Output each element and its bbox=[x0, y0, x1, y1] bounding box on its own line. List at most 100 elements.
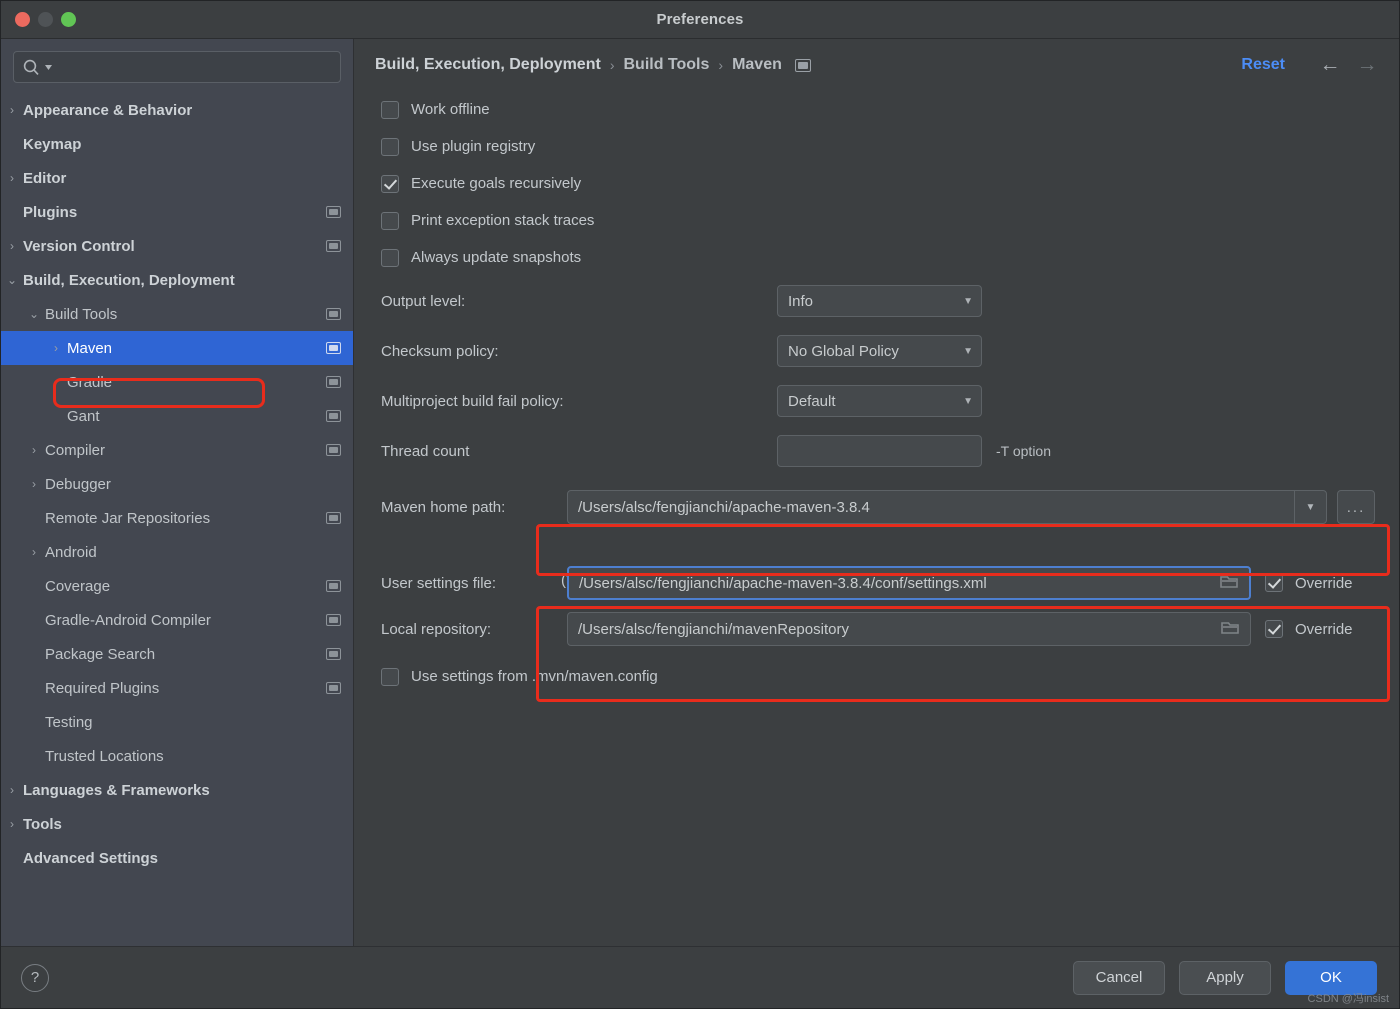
mvn-config-checkbox[interactable] bbox=[381, 667, 399, 686]
sidebar-item-build-tools[interactable]: ⌄ Build Tools bbox=[1, 297, 353, 331]
chevron-right-icon[interactable]: › bbox=[1, 817, 23, 831]
search-dropdown-icon[interactable] bbox=[44, 63, 53, 72]
maven-home-input[interactable]: /Users/alsc/fengjianchi/apache-maven-3.8… bbox=[567, 490, 1327, 524]
chevron-right-icon[interactable]: › bbox=[1, 239, 23, 253]
sidebar-item-package-search[interactable]: Package Search bbox=[1, 637, 353, 671]
checkbox-input[interactable] bbox=[381, 211, 399, 230]
maven-home-label: Maven home path: bbox=[381, 498, 506, 516]
mvn-config-row[interactable]: Use settings from .mvn/maven.config bbox=[372, 658, 1381, 695]
local-repository-override-checkbox[interactable] bbox=[1265, 620, 1283, 638]
sidebar-item-keymap[interactable]: Keymap bbox=[1, 127, 353, 161]
sidebar-item-trusted-locations[interactable]: Trusted Locations bbox=[1, 739, 353, 773]
sidebar-item-gant[interactable]: Gant bbox=[1, 399, 353, 433]
breadcrumb-item-1[interactable]: Build Tools bbox=[623, 56, 709, 74]
chevron-right-icon[interactable]: › bbox=[1, 103, 23, 117]
sidebar-item-testing[interactable]: Testing bbox=[1, 705, 353, 739]
output-level-value: Info bbox=[788, 292, 814, 310]
sidebar-item-advanced-settings[interactable]: Advanced Settings bbox=[1, 841, 353, 875]
sidebar-item-label: Gant bbox=[67, 407, 100, 425]
checkbox-label: Always update snapshots bbox=[411, 249, 582, 266]
help-button[interactable]: ? bbox=[21, 963, 49, 992]
sidebar-item-version-control[interactable]: › Version Control bbox=[1, 229, 353, 263]
sidebar-item-editor[interactable]: › Editor bbox=[1, 161, 353, 195]
sidebar-item-gradle-android-compiler[interactable]: Gradle-Android Compiler bbox=[1, 603, 353, 637]
search-box[interactable] bbox=[13, 51, 341, 83]
sidebar-item-label: Coverage bbox=[45, 577, 111, 595]
sidebar-item-tools[interactable]: › Tools bbox=[1, 807, 353, 841]
cancel-button[interactable]: Cancel bbox=[1073, 960, 1165, 995]
checksum-policy-row: Checksum policy: No Global Policy ▼ bbox=[372, 326, 1381, 376]
checkbox-row-execute-goals-recursively[interactable]: Execute goals recursively bbox=[372, 165, 1381, 202]
breadcrumb-separator-1: › bbox=[718, 57, 724, 73]
sidebar-item-label: Required Plugins bbox=[45, 679, 160, 697]
multiproject-policy-row: Multiproject build fail policy: Default … bbox=[372, 376, 1381, 426]
maven-options-checkbox-list: Work offline Use plugin registry Execute g… bbox=[372, 91, 1381, 276]
chevron-right-icon[interactable]: › bbox=[1, 171, 23, 185]
checksum-policy-select[interactable]: No Global Policy ▼ bbox=[777, 335, 982, 367]
sidebar-item-android[interactable]: › Android bbox=[1, 535, 353, 569]
sidebar-item-languages-frameworks[interactable]: › Languages & Frameworks bbox=[1, 773, 353, 807]
chevron-right-icon[interactable]: › bbox=[23, 545, 45, 559]
checkbox-label: Use plugin registry bbox=[411, 138, 536, 155]
output-level-select[interactable]: Info ▼ bbox=[777, 285, 982, 317]
settings-tree[interactable]: › Appearance & Behavior Keymap › Editor Plugi… bbox=[1, 91, 353, 946]
user-settings-override[interactable]: Override bbox=[1265, 574, 1353, 592]
local-repository-value: /Users/alsc/fengjianchi/mavenRepository bbox=[578, 620, 849, 638]
sidebar-item-debugger[interactable]: › Debugger bbox=[1, 467, 353, 501]
reset-link[interactable]: Reset bbox=[1241, 56, 1285, 74]
chevron-right-icon[interactable]: › bbox=[1, 783, 23, 797]
sidebar-item-label: Gradle-Android Compiler bbox=[45, 611, 211, 629]
chevron-down-icon: ▼ bbox=[963, 395, 973, 407]
sidebar-item-remote-jar-repositories[interactable]: Remote Jar Repositories bbox=[1, 501, 353, 535]
chevron-down-icon[interactable]: ⌄ bbox=[1, 273, 23, 287]
local-repository-input[interactable]: /Users/alsc/fengjianchi/mavenRepository bbox=[567, 612, 1251, 646]
checkbox-input[interactable] bbox=[381, 100, 399, 119]
dialog-footer: ? Cancel Apply OK CSDN @冯insist bbox=[1, 946, 1399, 1008]
breadcrumb-separator-0: › bbox=[609, 57, 615, 73]
project-scope-icon bbox=[326, 206, 341, 218]
folder-icon[interactable] bbox=[1220, 573, 1239, 594]
chevron-down-icon[interactable]: ▼ bbox=[1294, 491, 1326, 523]
sidebar-item-coverage[interactable]: Coverage bbox=[1, 569, 353, 603]
thread-count-input[interactable] bbox=[777, 435, 982, 467]
chevron-right-icon[interactable]: › bbox=[23, 477, 45, 491]
local-repository-override[interactable]: Override bbox=[1265, 620, 1353, 638]
checkbox-row-print-exception-stack-traces[interactable]: Print exception stack traces bbox=[372, 202, 1381, 239]
back-arrow-icon[interactable]: ← bbox=[1316, 53, 1344, 77]
forward-arrow-icon[interactable]: → bbox=[1353, 53, 1381, 77]
search-input[interactable] bbox=[56, 59, 332, 75]
sidebar-item-gradle[interactable]: Gradle bbox=[1, 365, 353, 399]
user-settings-override-checkbox[interactable] bbox=[1265, 574, 1283, 592]
checkbox-input[interactable] bbox=[381, 174, 399, 193]
sidebar-item-build-execution-deployment[interactable]: ⌄ Build, Execution, Deployment bbox=[1, 263, 353, 297]
checkbox-input[interactable] bbox=[381, 248, 399, 267]
sidebar-item-appearance-behavior[interactable]: › Appearance & Behavior bbox=[1, 93, 353, 127]
maven-home-row: Maven home path: /Users/alsc/fengjianchi… bbox=[372, 484, 1381, 530]
checkbox-row-use-plugin-registry[interactable]: Use plugin registry bbox=[372, 128, 1381, 165]
sidebar-item-label: Remote Jar Repositories bbox=[45, 509, 211, 527]
sidebar-item-required-plugins[interactable]: Required Plugins bbox=[1, 671, 353, 705]
chevron-right-icon[interactable]: › bbox=[23, 443, 45, 457]
checkbox-row-work-offline[interactable]: Work offline bbox=[372, 91, 1381, 128]
sidebar-item-maven[interactable]: › Maven bbox=[1, 331, 353, 365]
maven-home-browse-button[interactable]: ... bbox=[1337, 490, 1375, 524]
chevron-down-icon[interactable]: ⌄ bbox=[23, 307, 45, 321]
project-scope-icon bbox=[326, 444, 341, 456]
apply-button[interactable]: Apply bbox=[1179, 960, 1271, 995]
sidebar-item-label: Compiler bbox=[45, 441, 106, 459]
user-settings-row: User settings file: /Users/alsc/fengjian… bbox=[372, 560, 1381, 606]
folder-icon[interactable] bbox=[1221, 619, 1240, 640]
search-area bbox=[1, 39, 353, 91]
chevron-right-icon[interactable]: › bbox=[45, 341, 67, 355]
sidebar-item-compiler[interactable]: › Compiler bbox=[1, 433, 353, 467]
search-icon bbox=[22, 58, 41, 77]
breadcrumb-item-0[interactable]: Build, Execution, Deployment bbox=[375, 56, 601, 74]
multiproject-policy-select[interactable]: Default ▼ bbox=[777, 385, 982, 417]
breadcrumb-item-2[interactable]: Maven bbox=[732, 56, 782, 74]
checkbox-input[interactable] bbox=[381, 137, 399, 156]
sidebar-item-plugins[interactable]: Plugins bbox=[1, 195, 353, 229]
user-settings-input[interactable]: /Users/alsc/fengjianchi/apache-maven-3.8… bbox=[567, 566, 1251, 600]
user-settings-value: /Users/alsc/fengjianchi/apache-maven-3.8… bbox=[579, 574, 987, 592]
checkbox-row-always-update-snapshots[interactable]: Always update snapshots bbox=[372, 239, 1381, 276]
thread-count-suffix: -T option bbox=[996, 443, 1051, 459]
